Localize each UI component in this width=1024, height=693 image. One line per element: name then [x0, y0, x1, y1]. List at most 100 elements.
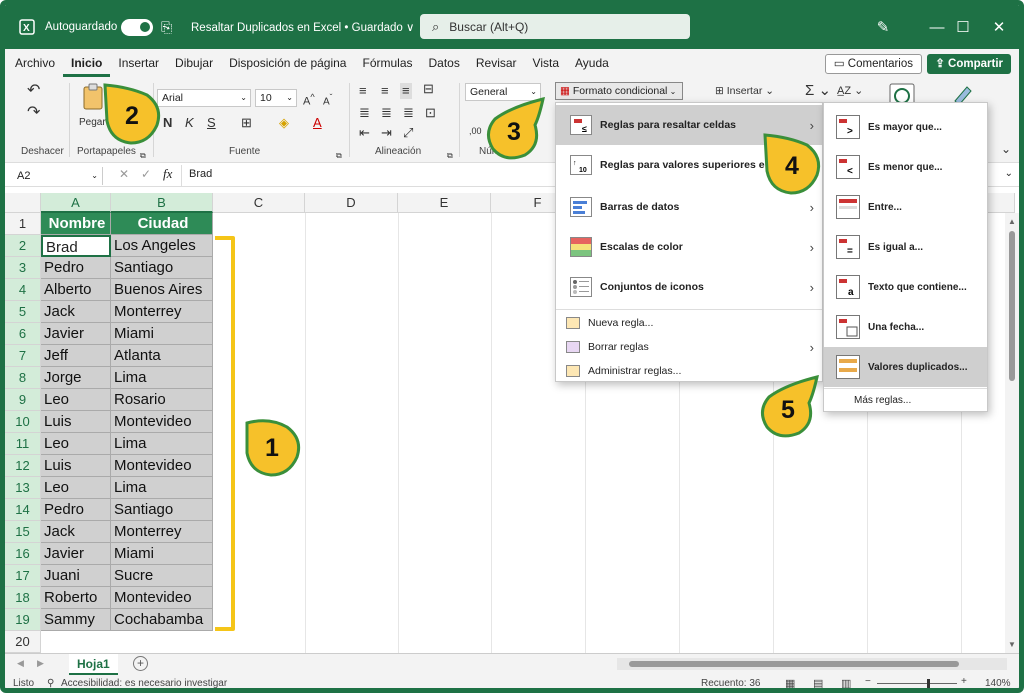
page-break-icon[interactable]: ▥ [841, 677, 851, 688]
row-header[interactable]: 19 [5, 609, 41, 631]
horizontal-scroll-thumb[interactable] [629, 661, 959, 667]
collapse-ribbon-icon[interactable]: ⌄ [1001, 141, 1011, 157]
cell-nombre[interactable]: Pedro [41, 499, 111, 521]
orientation-icon[interactable]: ⤢ [403, 125, 413, 141]
increase-decimal-icon[interactable]: ,00 [469, 123, 482, 139]
cell-ciudad[interactable]: Monterrey [111, 521, 213, 543]
cell-nombre[interactable]: Jack [41, 521, 111, 543]
tab-vista[interactable]: Vista [525, 49, 567, 77]
submenu-between[interactable]: Entre... [824, 187, 987, 227]
tab-disposicion[interactable]: Disposición de página [221, 49, 354, 77]
col-header-c[interactable]: C [213, 193, 305, 213]
pen-icon[interactable]: ✎ [861, 5, 905, 49]
font-color-icon[interactable]: A [313, 115, 322, 131]
cell-ciudad[interactable]: Miami [111, 323, 213, 345]
outdent-icon[interactable]: ⇥ [381, 125, 392, 141]
tab-inicio[interactable]: Inicio [63, 49, 111, 77]
submenu-text-contains[interactable]: a Texto que contiene... [824, 267, 987, 307]
row-header[interactable]: 20 [5, 631, 41, 653]
col-header-e[interactable]: E [398, 193, 491, 213]
font-shrink-icon[interactable]: Aˇ [323, 89, 332, 110]
align-middle-icon[interactable]: ≡ [381, 83, 389, 99]
align-bottom-icon[interactable]: ≡ [400, 83, 412, 99]
cell-nombre[interactable]: Roberto [41, 587, 111, 609]
horizontal-scrollbar[interactable] [617, 658, 1007, 670]
add-sheet-icon[interactable]: + [133, 656, 148, 671]
cell-ciudad[interactable]: Lima [111, 433, 213, 455]
header-cell-ciudad[interactable]: Ciudad [111, 213, 213, 235]
cell-ciudad[interactable]: Sucre [111, 565, 213, 587]
row-header[interactable]: 5 [5, 301, 41, 323]
enter-icon[interactable]: ✓ [141, 167, 151, 181]
indent-icon[interactable]: ⇤ [359, 125, 370, 141]
cell-nombre[interactable]: Jeff [41, 345, 111, 367]
wrap-text-icon[interactable]: ⊟ [423, 81, 434, 97]
row-header[interactable]: 2 [5, 235, 41, 257]
italic-button[interactable]: K [185, 115, 194, 131]
cell-nombre[interactable]: Leo [41, 477, 111, 499]
sort-filter-icon[interactable]: A̲Z ⌄ [837, 83, 863, 99]
row-header[interactable]: 6 [5, 323, 41, 345]
cell-nombre[interactable]: Leo [41, 389, 111, 411]
normal-view-icon[interactable]: ▦ [785, 677, 795, 688]
name-box[interactable]: A2 ⌄ [13, 167, 103, 185]
comments-button[interactable]: ▭ Comentarios [824, 54, 922, 74]
cell-nombre[interactable]: Jorge [41, 367, 111, 389]
zoom-out-icon[interactable]: − [865, 676, 871, 687]
align-top-icon[interactable]: ≡ [359, 83, 367, 99]
row-header[interactable]: 18 [5, 587, 41, 609]
cell-nombre[interactable]: Juani [41, 565, 111, 587]
search-box[interactable]: ⌕ Buscar (Alt+Q) [420, 14, 690, 39]
cell-ciudad[interactable]: Miami [111, 543, 213, 565]
vertical-scrollbar[interactable]: ▲ ▼ [1005, 213, 1019, 653]
cell-ciudad[interactable]: Santiago [111, 499, 213, 521]
fill-color-icon[interactable]: ◈ [279, 115, 289, 131]
autosave-toggle[interactable] [121, 5, 153, 49]
tab-insertar[interactable]: Insertar [110, 49, 167, 77]
cell-nombre[interactable]: Luis [41, 411, 111, 433]
menu-new-rule[interactable]: Nueva regla... [556, 311, 822, 335]
expand-formula-icon[interactable]: ⌄ [1005, 168, 1013, 179]
cell-ciudad[interactable]: Lima [111, 367, 213, 389]
scroll-up-icon[interactable]: ▲ [1008, 217, 1016, 226]
autosum-icon[interactable]: Σ ⌄ [805, 83, 831, 99]
font-size-select[interactable]: 10 ⌄ [255, 89, 297, 107]
align-left-icon[interactable]: ≣ [359, 105, 370, 121]
row-header[interactable]: 7 [5, 345, 41, 367]
submenu-less-than[interactable]: < Es menor que... [824, 147, 987, 187]
font-name-select[interactable]: Arial ⌄ [157, 89, 251, 107]
sheet-tab-hoja1[interactable]: Hoja1 [69, 654, 118, 675]
row-header[interactable]: 1 [5, 213, 41, 235]
insert-function-button[interactable]: fx [163, 166, 172, 182]
accessibility-status[interactable]: Accesibilidad: es necesario investigar [61, 678, 227, 688]
tab-formulas[interactable]: Fórmulas [354, 49, 420, 77]
row-header[interactable]: 15 [5, 521, 41, 543]
menu-icon-sets[interactable]: Conjuntos de iconos › [556, 267, 822, 307]
borders-icon[interactable]: ⊞ [241, 115, 252, 131]
alignment-launcher-icon[interactable]: ⧉ [447, 148, 453, 164]
cell-ciudad[interactable]: Los Angeles [111, 235, 213, 257]
cell-ciudad[interactable]: Montevideo [111, 455, 213, 477]
header-cell-nombre[interactable]: Nombre [41, 213, 111, 235]
redo-icon[interactable]: ↷ [27, 105, 40, 121]
cell-ciudad[interactable]: Santiago [111, 257, 213, 279]
font-grow-icon[interactable]: A^ [303, 89, 315, 110]
cell-ciudad[interactable]: Montevideo [111, 411, 213, 433]
cell-nombre[interactable]: Jack [41, 301, 111, 323]
row-header[interactable]: 9 [5, 389, 41, 411]
cell-nombre[interactable]: Brad [41, 235, 111, 257]
save-icon[interactable]: ⎘ [161, 5, 172, 49]
align-right-icon[interactable]: ≣ [403, 105, 414, 121]
cell-ciudad[interactable]: Atlanta [111, 345, 213, 367]
row-header[interactable]: 17 [5, 565, 41, 587]
page-layout-icon[interactable]: ▤ [813, 677, 823, 688]
close-button[interactable]: ✕ [977, 5, 1019, 49]
zoom-level[interactable]: 140% [985, 678, 1011, 688]
cell-nombre[interactable]: Sammy [41, 609, 111, 631]
font-launcher-icon[interactable]: ⧉ [336, 148, 342, 164]
row-header[interactable]: 4 [5, 279, 41, 301]
cell-nombre[interactable]: Leo [41, 433, 111, 455]
prev-sheet-icon[interactable]: ◀ [17, 658, 24, 669]
row-header[interactable]: 10 [5, 411, 41, 433]
vertical-scroll-thumb[interactable] [1009, 231, 1015, 381]
